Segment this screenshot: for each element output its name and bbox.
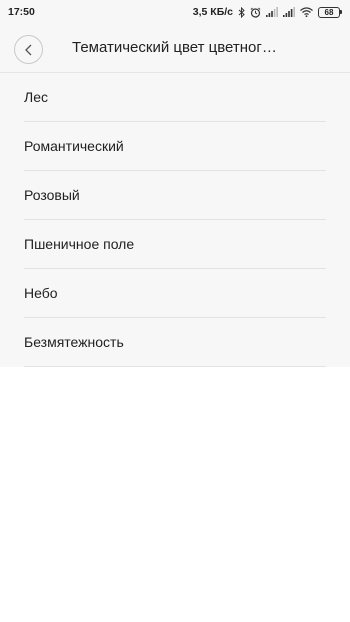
battery-tip	[340, 10, 342, 14]
bluetooth-icon	[238, 6, 245, 18]
signal-icon	[266, 7, 278, 17]
wifi-icon	[300, 7, 313, 17]
list-item[interactable]: Безмятежность	[24, 318, 326, 367]
list-item[interactable]: Розовый	[24, 171, 326, 220]
network-speed: 3,5 КБ/с	[192, 6, 233, 18]
status-time: 17:50	[8, 6, 35, 18]
back-button[interactable]	[14, 35, 43, 64]
header: Тематический цвет цветног…	[0, 24, 350, 73]
battery-icon: 68	[318, 6, 342, 18]
screen: 17:50 3,5 КБ/с 68 Тематический цвет цвет…	[0, 0, 350, 622]
color-theme-list: Лес Романтический Розовый Пшеничное поле…	[0, 73, 350, 367]
status-bar: 17:50 3,5 КБ/с 68	[0, 0, 350, 24]
status-icons: 3,5 КБ/с 68	[193, 6, 342, 18]
page-title: Тематический цвет цветног…	[72, 39, 277, 56]
alarm-icon	[250, 7, 261, 18]
top-panel: 17:50 3,5 КБ/с 68 Тематический цвет цвет…	[0, 0, 350, 367]
battery-level: 68	[318, 6, 340, 18]
signal-icon	[283, 7, 295, 17]
list-item[interactable]: Романтический	[24, 122, 326, 171]
list-item[interactable]: Небо	[24, 269, 326, 318]
chevron-left-icon	[24, 44, 31, 55]
list-item[interactable]: Пшеничное поле	[24, 220, 326, 269]
list-item[interactable]: Лес	[24, 73, 326, 122]
